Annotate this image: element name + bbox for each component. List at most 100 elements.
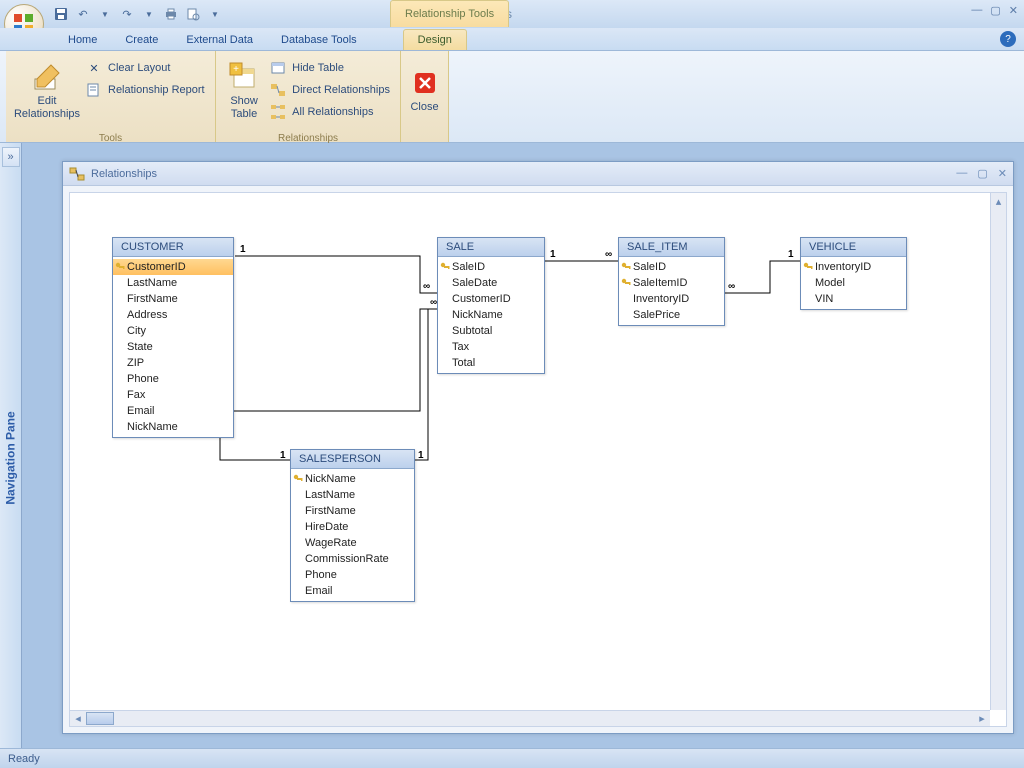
tab-database-tools[interactable]: Database Tools (267, 30, 371, 50)
restore-icon[interactable]: ▢ (990, 4, 1000, 17)
field-row[interactable]: SaleID (438, 259, 544, 275)
entity-vehicle[interactable]: VEHICLE InventoryIDModelVIN (800, 237, 907, 310)
field-row[interactable]: Subtotal (438, 323, 544, 339)
entity-sale-item[interactable]: SALE_ITEM SaleID SaleItemIDInventoryIDSal… (618, 237, 725, 326)
field-row[interactable]: Model (801, 275, 906, 291)
field-row[interactable]: InventoryID (619, 291, 724, 307)
field-row[interactable]: InventoryID (801, 259, 906, 275)
field-name: NickName (452, 309, 503, 321)
relationships-icon (69, 166, 85, 182)
edit-relationships-button[interactable]: Edit Relationships (12, 55, 82, 127)
field-row[interactable]: State (113, 339, 233, 355)
tab-home[interactable]: Home (54, 30, 111, 50)
cardinality-one: 1 (280, 450, 286, 461)
field-row[interactable]: WageRate (291, 535, 414, 551)
show-table-icon: + (228, 61, 260, 93)
tab-external-data[interactable]: External Data (172, 30, 267, 50)
clear-icon: ✕ (86, 60, 102, 76)
field-name: LastName (127, 277, 177, 289)
help-icon[interactable]: ? (1000, 31, 1016, 47)
field-row[interactable]: NickName (438, 307, 544, 323)
entity-sale[interactable]: SALE SaleIDSaleDateCustomerID NickName Sub… (437, 237, 545, 374)
field-row[interactable]: CustomerID (438, 291, 544, 307)
all-rel-label: All Relationships (292, 106, 373, 118)
doc-titlebar[interactable]: Relationships — ▢ ✕ (63, 162, 1013, 186)
field-row[interactable]: LastName (291, 487, 414, 503)
horizontal-scrollbar[interactable]: ◂ ▸ (70, 710, 990, 726)
field-name: SaleID (633, 261, 666, 273)
field-row[interactable]: SalePrice (619, 307, 724, 323)
direct-rel-label: Direct Relationships (292, 84, 390, 96)
undo-icon[interactable]: ↶ (74, 5, 92, 23)
field-row[interactable]: City (113, 323, 233, 339)
field-row[interactable]: LastName (113, 275, 233, 291)
field-row[interactable]: CommissionRate (291, 551, 414, 567)
relationship-report-button[interactable]: Relationship Report (82, 81, 209, 99)
nav-expand-icon[interactable]: » (2, 147, 20, 167)
cardinality-one: 1 (788, 249, 794, 260)
close-icon[interactable]: ✕ (1009, 4, 1018, 17)
cardinality-one: 1 (418, 450, 424, 461)
field-row[interactable]: NickName (291, 471, 414, 487)
entity-header[interactable]: CUSTOMER (113, 238, 233, 257)
diagram-canvas[interactable]: 1 ∞ ∞ 1 1 ∞ 1 ∞ ∞ 1 CUSTOMER CustomerIDL… (69, 192, 1007, 727)
doc-close-icon[interactable]: ✕ (998, 167, 1007, 180)
clear-layout-label: Clear Layout (108, 62, 170, 74)
print-preview-icon[interactable] (184, 5, 202, 23)
field-name: ZIP (127, 357, 144, 369)
field-row[interactable]: CustomerID (113, 259, 233, 275)
entity-header[interactable]: VEHICLE (801, 238, 906, 257)
field-row[interactable]: FirstName (291, 503, 414, 519)
scroll-right-icon[interactable]: ▸ (974, 711, 990, 726)
entity-salesperson[interactable]: SALESPERSON NickNameLastNameFirstNameHir… (290, 449, 415, 602)
print-icon[interactable] (162, 5, 180, 23)
entity-header[interactable]: SALE (438, 238, 544, 257)
entity-header[interactable]: SALESPERSON (291, 450, 414, 469)
edit-relationships-label: Edit Relationships (14, 95, 80, 121)
dropdown-icon[interactable]: ▼ (96, 5, 114, 23)
redo-icon[interactable]: ↷ (118, 5, 136, 23)
field-row[interactable]: Address (113, 307, 233, 323)
field-row[interactable]: Phone (113, 371, 233, 387)
close-button[interactable]: Close (407, 55, 442, 127)
field-name: State (127, 341, 153, 353)
relationships-window: Relationships — ▢ ✕ (62, 161, 1014, 734)
qat-dropdown-icon[interactable]: ▼ (206, 5, 224, 23)
field-row[interactable]: Tax (438, 339, 544, 355)
field-name: Phone (127, 373, 159, 385)
field-row[interactable]: SaleItemID (619, 275, 724, 291)
tab-create[interactable]: Create (111, 30, 172, 50)
field-row[interactable]: Email (113, 403, 233, 419)
entity-customer[interactable]: CUSTOMER CustomerID LastName FirstNameAddr… (112, 237, 234, 438)
field-row[interactable]: SaleID (619, 259, 724, 275)
workspace: » Navigation Pane Relationships — ▢ ✕ (0, 143, 1024, 748)
scroll-left-icon[interactable]: ◂ (70, 711, 86, 726)
vertical-scrollbar[interactable]: ▴ (990, 193, 1006, 710)
field-row[interactable]: ZIP (113, 355, 233, 371)
field-row[interactable]: Fax (113, 387, 233, 403)
minimize-icon[interactable]: — (971, 4, 982, 17)
tab-design[interactable]: Design (403, 29, 467, 50)
entity-header[interactable]: SALE_ITEM (619, 238, 724, 257)
field-row[interactable]: NickName (113, 419, 233, 435)
all-relationships-button[interactable]: All Relationships (266, 103, 394, 121)
scroll-thumb[interactable] (86, 712, 114, 725)
field-row[interactable]: Email (291, 583, 414, 599)
show-table-button[interactable]: + Show Table (222, 55, 266, 127)
field-row[interactable]: HireDate (291, 519, 414, 535)
field-row[interactable]: FirstName (113, 291, 233, 307)
field-row[interactable]: Phone (291, 567, 414, 583)
field-row[interactable]: Total (438, 355, 544, 371)
dropdown-icon[interactable]: ▼ (140, 5, 158, 23)
close-label: Close (410, 101, 438, 114)
save-icon[interactable] (52, 5, 70, 23)
doc-minimize-icon[interactable]: — (956, 167, 967, 180)
scroll-up-icon[interactable]: ▴ (991, 193, 1006, 209)
field-row[interactable]: SaleDate (438, 275, 544, 291)
direct-relationships-button[interactable]: Direct Relationships (266, 81, 394, 99)
hide-table-button[interactable]: Hide Table (266, 59, 394, 77)
navigation-pane[interactable]: » Navigation Pane (0, 143, 22, 748)
doc-restore-icon[interactable]: ▢ (977, 167, 987, 180)
clear-layout-button[interactable]: ✕ Clear Layout (82, 59, 209, 77)
field-row[interactable]: VIN (801, 291, 906, 307)
